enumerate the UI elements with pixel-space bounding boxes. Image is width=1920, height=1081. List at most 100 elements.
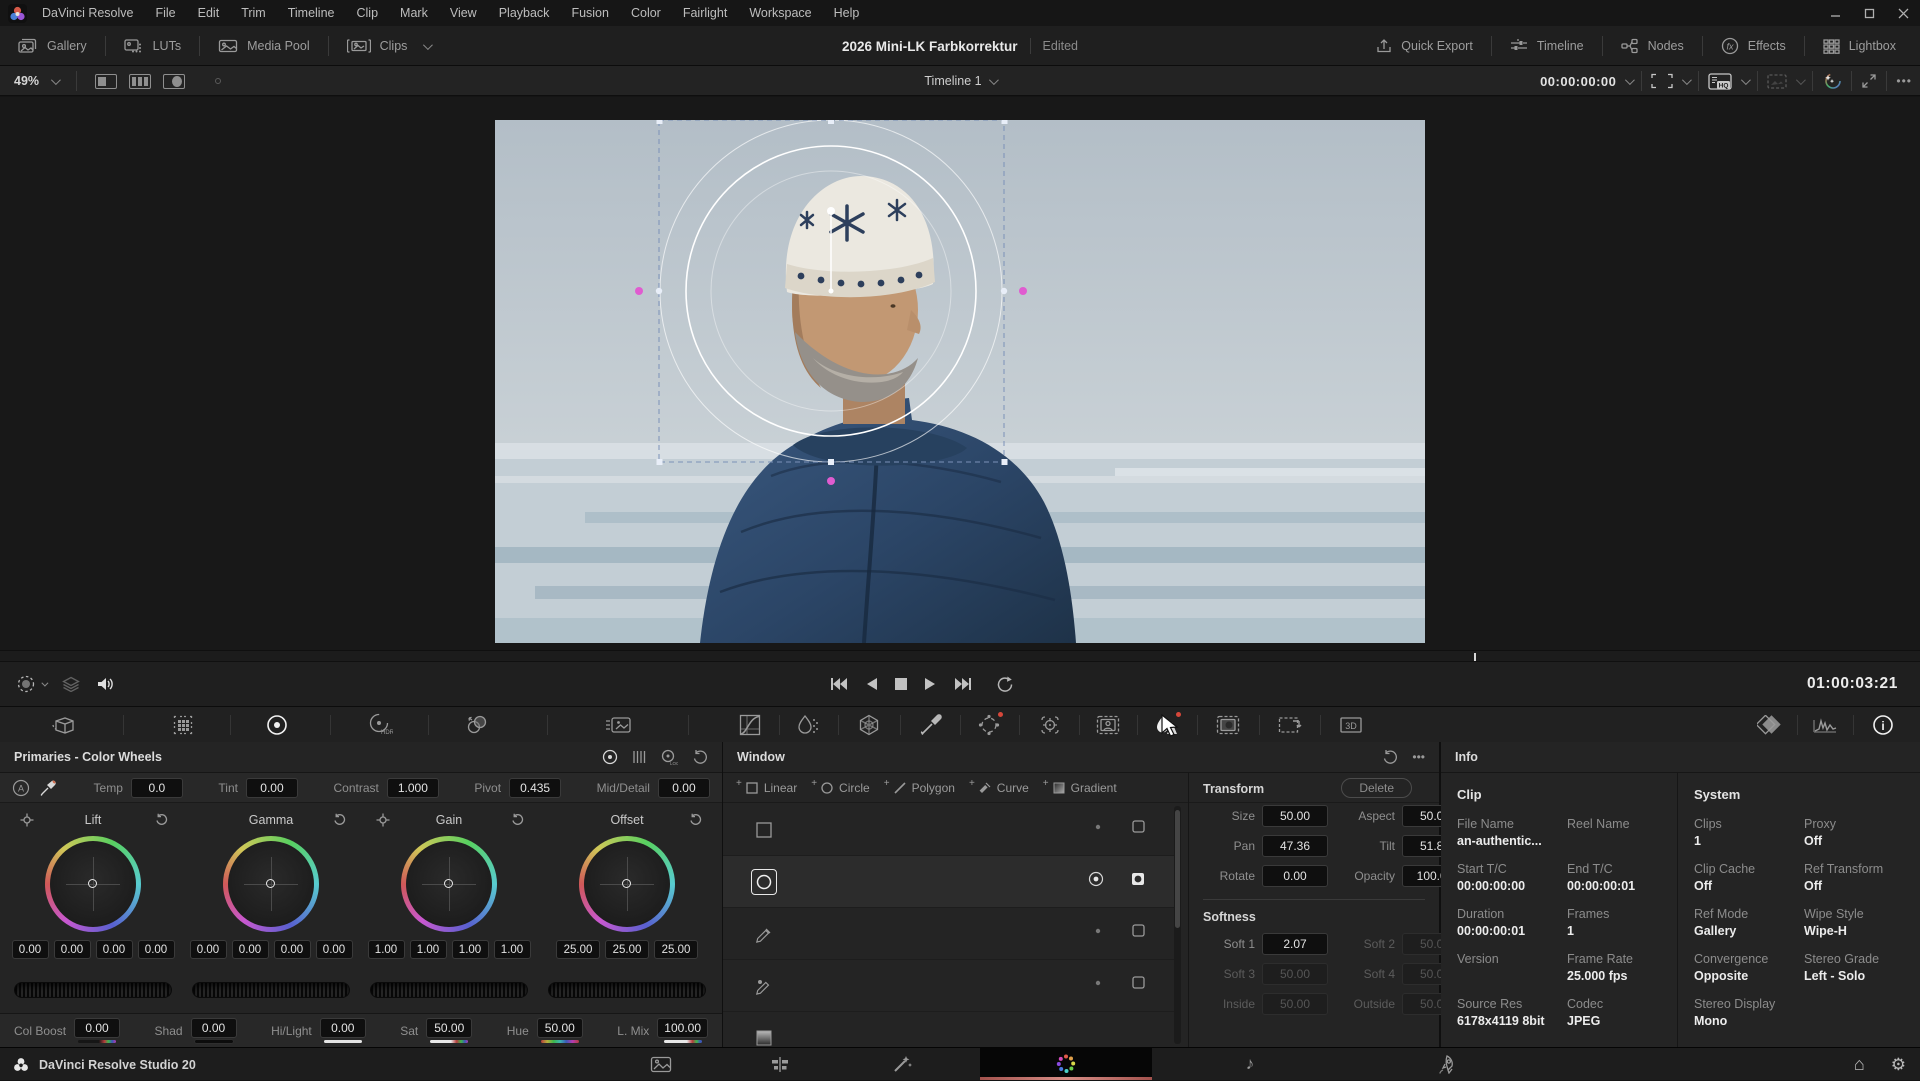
shad-value[interactable]: 0.00 — [191, 1018, 237, 1038]
window-row-polygon[interactable] — [723, 908, 1174, 960]
magic-mask-icon[interactable] — [1093, 710, 1123, 740]
gain-master-wheel[interactable] — [370, 982, 528, 998]
offset-g-value[interactable]: 25.00 — [605, 940, 649, 959]
stills-playback-icon[interactable] — [603, 710, 633, 740]
gallery-still-icon[interactable] — [1767, 74, 1787, 89]
effects-button[interactable]: fx Effects — [1703, 26, 1804, 66]
menu-playback[interactable]: Playback — [488, 6, 561, 20]
lift-reset-icon[interactable] — [155, 813, 168, 826]
gamma-g-value[interactable]: 0.00 — [274, 940, 311, 959]
mid-detail-value[interactable]: 0.00 — [658, 778, 710, 798]
audio-mute-icon[interactable] — [96, 676, 115, 692]
viewer-scrub-strip[interactable] — [0, 650, 1920, 662]
go-to-start-button[interactable] — [830, 677, 848, 691]
add-circle-window-button[interactable]: +Circle — [811, 781, 870, 795]
tint-value[interactable]: 0.00 — [246, 778, 298, 798]
window-list-scrollbar[interactable] — [1174, 806, 1181, 1044]
menu-app[interactable]: DaVinci Resolve — [31, 6, 144, 20]
enhance-icon[interactable] — [1822, 71, 1842, 91]
wheels-mode-icon[interactable] — [602, 749, 618, 765]
page-media-icon[interactable] — [639, 1048, 683, 1080]
camera-raw-icon[interactable] — [48, 710, 78, 740]
menu-clip[interactable]: Clip — [346, 6, 390, 20]
lmix-value[interactable]: 100.00 — [657, 1018, 708, 1038]
lift-target-icon[interactable] — [20, 813, 34, 827]
window-active-dot-icon[interactable] — [1091, 820, 1105, 834]
menu-fusion[interactable]: Fusion — [560, 6, 620, 20]
menu-timeline[interactable]: Timeline — [277, 6, 346, 20]
tracker-icon[interactable] — [1035, 710, 1065, 740]
lightbox-button[interactable]: Lightbox — [1805, 26, 1914, 66]
offset-reset-icon[interactable] — [689, 813, 702, 826]
gallery-button[interactable]: Gallery — [0, 26, 105, 66]
bars-mode-icon[interactable] — [632, 749, 646, 765]
menu-help[interactable]: Help — [823, 6, 871, 20]
chevron-down-icon[interactable] — [1796, 75, 1806, 85]
loop-button[interactable] — [995, 675, 1015, 693]
grid-palette-icon[interactable] — [168, 710, 198, 740]
add-polygon-window-button[interactable]: +Polygon — [884, 781, 955, 795]
minimize-icon[interactable] — [1818, 0, 1852, 26]
temp-value[interactable]: 0.0 — [131, 778, 183, 798]
unmix-icon[interactable] — [16, 674, 46, 694]
chevron-down-icon[interactable] — [1625, 75, 1635, 85]
window-options-icon[interactable]: ••• — [1412, 750, 1425, 764]
hdr-wheels-icon[interactable]: HDR — [365, 710, 395, 740]
window-active-dot-icon[interactable] — [1091, 924, 1105, 938]
window-mask-icon[interactable] — [1131, 975, 1146, 990]
menu-fairlight[interactable]: Fairlight — [672, 6, 738, 20]
curves-icon[interactable] — [735, 710, 765, 740]
lift-y-value[interactable]: 0.00 — [12, 940, 49, 959]
home-icon[interactable]: ⌂ — [1854, 1054, 1865, 1075]
gain-b-value[interactable]: 1.00 — [494, 940, 531, 959]
media-pool-button[interactable]: Media Pool — [200, 26, 328, 66]
maximize-icon[interactable] — [1852, 0, 1886, 26]
chevron-down-icon[interactable] — [1682, 75, 1692, 85]
pan-value[interactable]: 47.36 — [1262, 835, 1328, 857]
page-deliver-icon[interactable] — [1423, 1048, 1467, 1080]
scopes-icon[interactable] — [1810, 710, 1840, 740]
add-curve-window-button[interactable]: +Curve — [969, 781, 1029, 795]
gamma-reset-icon[interactable] — [333, 813, 346, 826]
go-to-end-button[interactable] — [954, 677, 972, 691]
play-forward-button[interactable] — [924, 677, 937, 691]
window-active-dot-icon[interactable] — [1091, 976, 1105, 990]
page-fairlight-icon[interactable]: ♪ — [1228, 1048, 1272, 1080]
hue-warp-icon[interactable] — [854, 710, 884, 740]
gain-reset-icon[interactable] — [511, 813, 524, 826]
gamma-r-value[interactable]: 0.00 — [232, 940, 269, 959]
lift-color-wheel[interactable] — [45, 836, 141, 932]
window-row-linear[interactable] — [723, 804, 1174, 856]
lift-master-wheel[interactable] — [14, 982, 172, 998]
auto-balance-icon[interactable]: A — [12, 779, 30, 797]
offset-master-wheel[interactable] — [548, 982, 706, 998]
settings-gear-icon[interactable]: ⚙ — [1891, 1055, 1906, 1075]
hilight-value[interactable]: 0.00 — [320, 1018, 366, 1038]
play-reverse-button[interactable] — [865, 677, 878, 691]
lift-r-value[interactable]: 0.00 — [54, 940, 91, 959]
page-fusion-icon[interactable] — [880, 1048, 924, 1080]
gain-target-icon[interactable] — [376, 813, 390, 827]
nodes-button[interactable]: Nodes — [1603, 26, 1702, 66]
luts-button[interactable]: LUTs — [106, 26, 199, 66]
menu-mark[interactable]: Mark — [389, 6, 439, 20]
menu-trim[interactable]: Trim — [230, 6, 277, 20]
power-window-icon[interactable] — [974, 710, 1004, 740]
reset-window-icon[interactable] — [1382, 749, 1398, 765]
gain-g-value[interactable]: 1.00 — [452, 940, 489, 959]
viewer-timecode[interactable]: 00:00:00:00 — [1540, 74, 1616, 89]
timeline-panel-button[interactable]: Timeline — [1492, 26, 1602, 66]
close-icon[interactable] — [1886, 0, 1920, 26]
app-logo-icon[interactable] — [8, 4, 27, 23]
menu-view[interactable]: View — [439, 6, 488, 20]
reset-primaries-icon[interactable] — [692, 749, 708, 765]
stop-button[interactable] — [895, 678, 907, 690]
gamma-master-wheel[interactable] — [192, 982, 350, 998]
menu-color[interactable]: Color — [620, 6, 672, 20]
menu-workspace[interactable]: Workspace — [738, 6, 822, 20]
add-gradient-window-button[interactable]: +Gradient — [1043, 781, 1117, 795]
info-palette-icon[interactable]: i — [1868, 710, 1898, 740]
gain-y-value[interactable]: 1.00 — [368, 940, 405, 959]
gamma-b-value[interactable]: 0.00 — [316, 940, 353, 959]
col-boost-value[interactable]: 0.00 — [74, 1018, 120, 1038]
